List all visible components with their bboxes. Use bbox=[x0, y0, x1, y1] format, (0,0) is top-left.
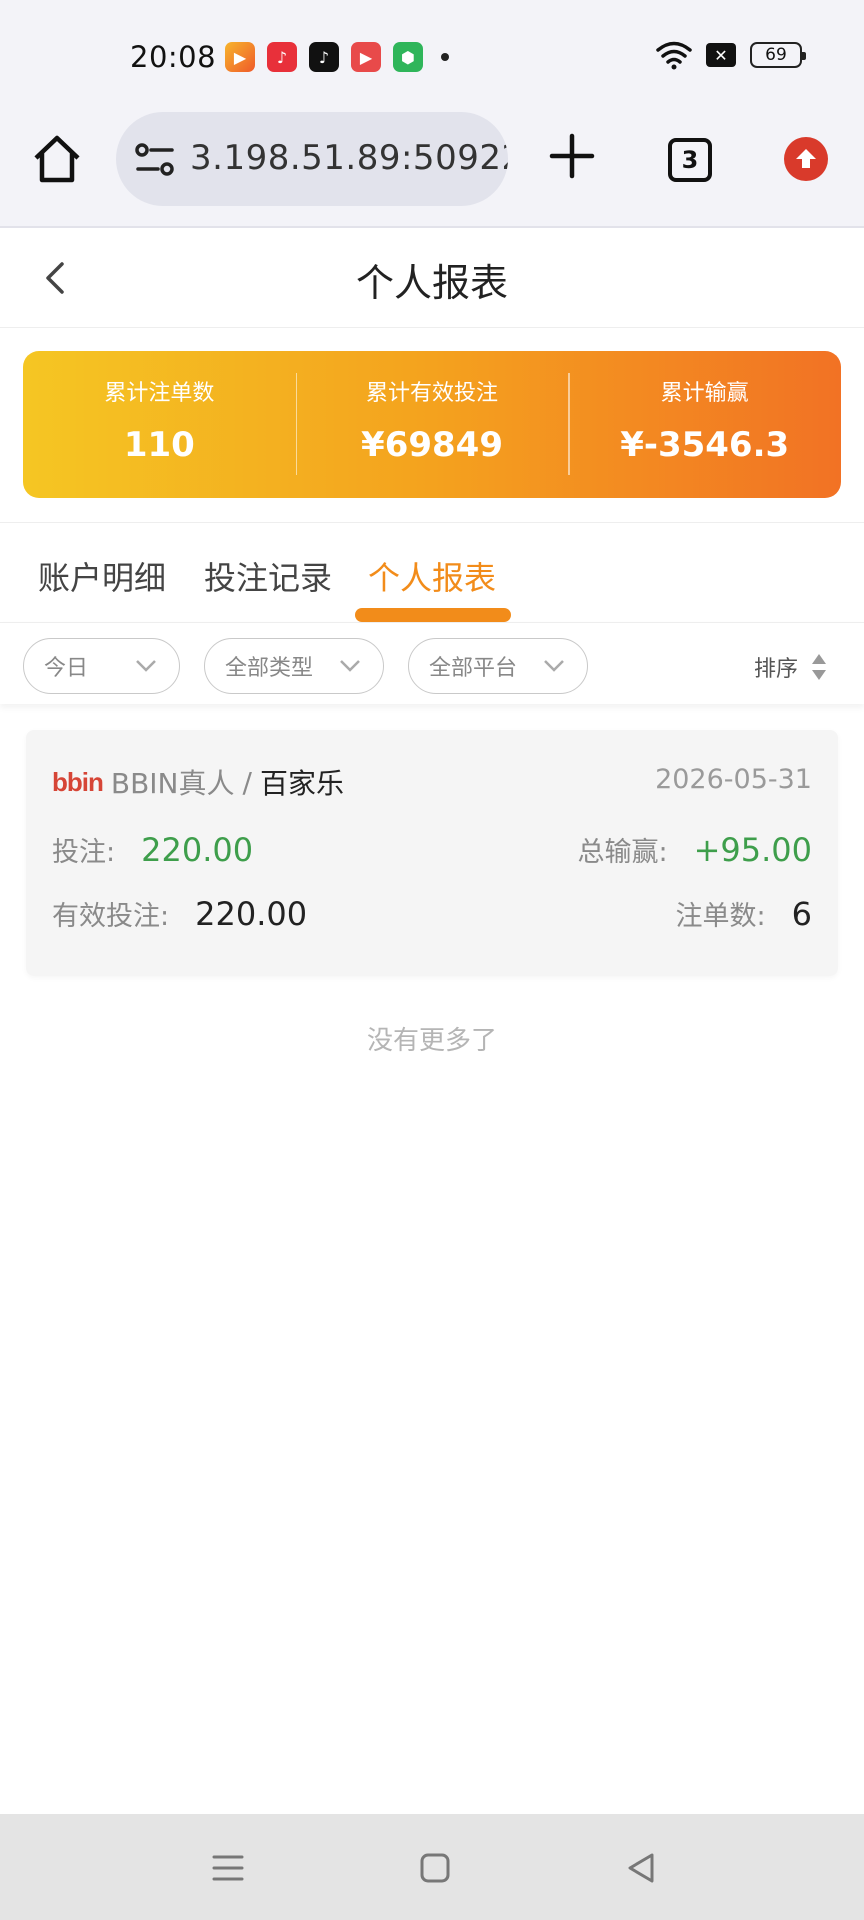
record-platform: BBIN真人 bbox=[110, 767, 235, 800]
win-loss-value: +95.00 bbox=[693, 831, 812, 869]
new-tab-icon[interactable] bbox=[548, 132, 596, 180]
summary-value: ¥69849 bbox=[361, 425, 503, 465]
platform-filter-value: 全部平台 bbox=[429, 656, 518, 681]
more-notifications-dot bbox=[441, 53, 449, 61]
home-square-icon[interactable] bbox=[415, 1848, 455, 1888]
system-nav-bar bbox=[0, 1814, 864, 1920]
summary-value: 110 bbox=[123, 425, 195, 465]
summary-label: 累计有效投注 bbox=[366, 381, 499, 406]
arrow-up-icon bbox=[796, 149, 816, 168]
browser-toolbar: 3.198.51.89:50922 3 bbox=[0, 110, 864, 210]
summary-label: 累计输赢 bbox=[660, 381, 749, 406]
play-icon: ▶ bbox=[351, 42, 381, 72]
video-app-icon: ▶ bbox=[225, 42, 255, 72]
url-text[interactable]: 3.198.51.89:50922 bbox=[190, 138, 508, 178]
music-app-icon: ♪ bbox=[267, 42, 297, 72]
summary-win-loss: 累计输赢 ¥-3546.3 bbox=[568, 351, 841, 498]
no-more-text: 没有更多了 bbox=[366, 1026, 497, 1056]
home-icon[interactable] bbox=[30, 132, 84, 186]
tab-count: 3 bbox=[681, 146, 699, 174]
notification-icons: ▶ ♪ ♪ ▶ ⬢ bbox=[225, 42, 449, 72]
summary-total-bets: 累计注单数 110 bbox=[23, 351, 296, 498]
valid-bet-label: 有效投注: bbox=[52, 901, 170, 932]
tab-account-details[interactable]: 账户明细 bbox=[38, 553, 166, 599]
sort-icon bbox=[812, 654, 826, 680]
sort-label: 排序 bbox=[753, 657, 798, 682]
valid-bet-value: 220.00 bbox=[195, 895, 308, 933]
summary-label: 累计注单数 bbox=[104, 381, 215, 406]
page-header: 个人报表 bbox=[0, 230, 864, 328]
update-button[interactable] bbox=[784, 137, 828, 181]
page-title: 个人报表 bbox=[355, 261, 508, 305]
record-game: 百家乐 bbox=[259, 767, 344, 800]
chevron-down-icon bbox=[136, 660, 156, 672]
date-filter-value: 今日 bbox=[44, 656, 89, 681]
wifi-icon bbox=[656, 41, 692, 70]
status-time: 20:08 bbox=[130, 40, 217, 74]
tab-personal-report[interactable]: 个人报表 bbox=[368, 553, 496, 599]
bet-count-value: 6 bbox=[791, 895, 812, 933]
filter-bar: 今日 全部类型 全部平台 排序 bbox=[0, 622, 864, 704]
url-bar[interactable]: 3.198.51.89:50922 bbox=[116, 112, 508, 206]
chevron-down-icon bbox=[340, 660, 360, 672]
summary-banner: 累计注单数 110 累计有效投注 ¥69849 累计输赢 ¥-3546.3 bbox=[23, 351, 841, 498]
sort-button[interactable]: 排序 bbox=[754, 651, 828, 683]
no-sim-icon: ✕ bbox=[706, 43, 736, 67]
site-settings-icon[interactable] bbox=[134, 140, 176, 180]
menu-icon[interactable] bbox=[208, 1848, 248, 1888]
record-date: 2026-05-31 bbox=[655, 764, 812, 795]
record-separator: / bbox=[242, 765, 252, 799]
tab-bet-records[interactable]: 投注记录 bbox=[204, 553, 332, 599]
summary-valid-bets: 累计有效投注 ¥69849 bbox=[295, 351, 569, 498]
win-loss-label: 总输赢: bbox=[577, 837, 668, 868]
report-record-card[interactable]: bbin BBIN真人 / 百家乐 2026-05-31 投注: 220.00 … bbox=[26, 730, 838, 976]
battery-level: 69 bbox=[765, 45, 787, 65]
type-filter-value: 全部类型 bbox=[225, 656, 314, 681]
date-filter-select[interactable]: 今日 bbox=[23, 638, 180, 694]
tab-switcher-button[interactable]: 3 bbox=[668, 138, 712, 182]
platform-filter-select[interactable]: 全部平台 bbox=[408, 638, 588, 694]
back-triangle-icon[interactable] bbox=[622, 1848, 662, 1888]
status-right: ✕ 69 bbox=[656, 40, 806, 70]
summary-value: ¥-3546.3 bbox=[620, 425, 790, 465]
battery-icon: 69 bbox=[750, 42, 806, 68]
tab-bar: 账户明细 投注记录 个人报表 bbox=[0, 522, 864, 622]
bbin-logo: bbin bbox=[52, 766, 104, 797]
bet-value: 220.00 bbox=[141, 831, 254, 869]
tiktok-icon: ♪ bbox=[309, 42, 339, 72]
type-filter-select[interactable]: 全部类型 bbox=[204, 638, 384, 694]
browser-chrome: 20:08 ▶ ♪ ♪ ▶ ⬢ ✕ 69 3.198.51.89:50922 3 bbox=[0, 0, 864, 228]
status-bar: 20:08 ▶ ♪ ♪ ▶ ⬢ ✕ 69 bbox=[0, 38, 864, 78]
shield-app-icon: ⬢ bbox=[393, 42, 423, 72]
active-tab-indicator bbox=[355, 608, 511, 622]
record-title: bbin BBIN真人 / 百家乐 bbox=[52, 762, 344, 802]
bet-label: 投注: bbox=[52, 837, 116, 868]
chevron-down-icon bbox=[544, 660, 564, 672]
record-row-valid: 有效投注: 220.00 注单数: 6 bbox=[52, 894, 812, 934]
bet-count-label: 注单数: bbox=[675, 901, 766, 932]
record-row-bet: 投注: 220.00 总输赢: +95.00 bbox=[52, 830, 812, 870]
